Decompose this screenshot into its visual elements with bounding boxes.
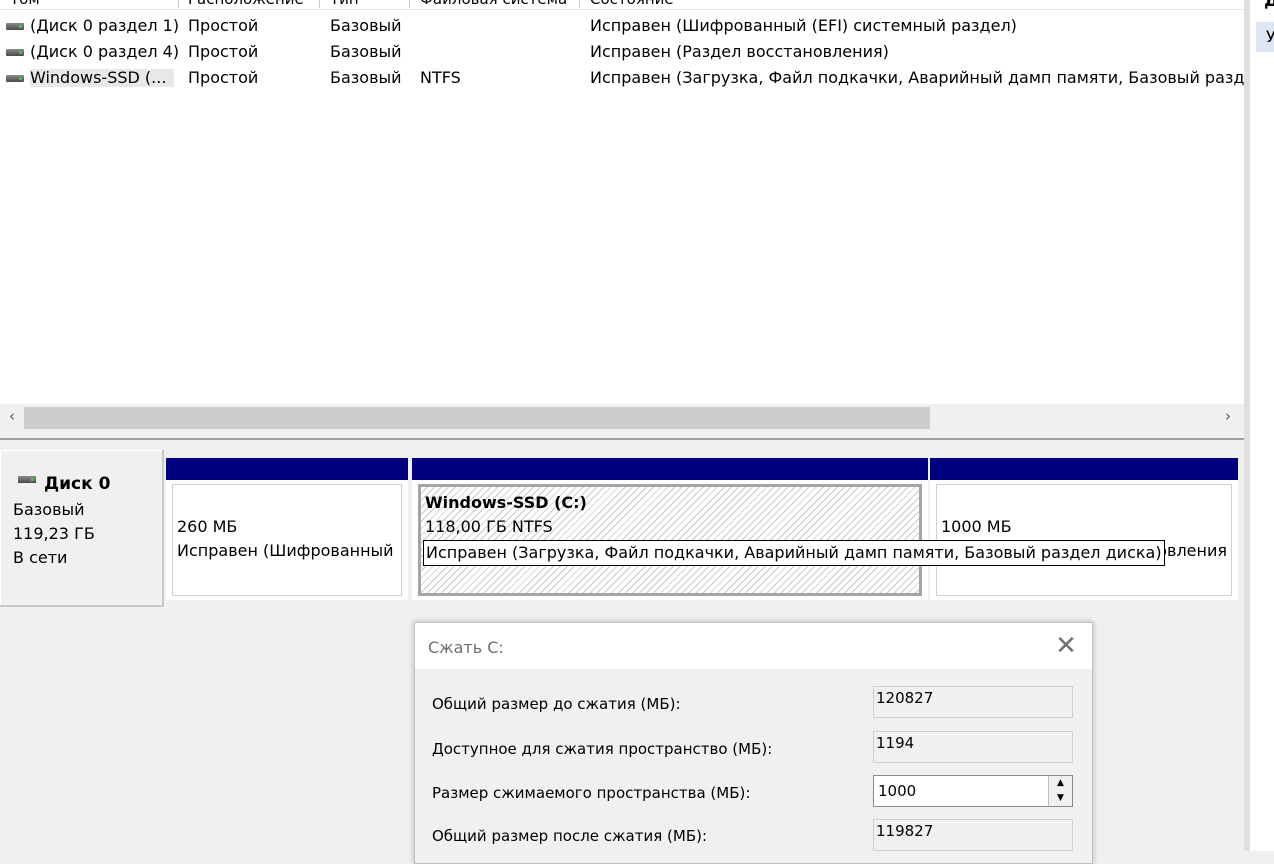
partition-size: 260 МБ bbox=[177, 517, 238, 536]
volume-layout: Простой bbox=[188, 16, 259, 35]
volume-name: (Диск 0 раздел 4) bbox=[30, 42, 180, 61]
spin-down-icon[interactable]: ▼ bbox=[1048, 791, 1072, 806]
partition-bar bbox=[166, 458, 408, 480]
partition-bar bbox=[930, 458, 1238, 480]
partition-efi[interactable]: 260 МБ Исправен (Шифрованный bbox=[166, 458, 408, 600]
partition-title: Windows-SSD (C:) bbox=[425, 493, 587, 512]
partition-body: 260 МБ Исправен (Шифрованный bbox=[172, 484, 402, 596]
column-type[interactable]: Тип bbox=[326, 0, 359, 9]
volume-status: Исправен (Раздел восстановления) bbox=[590, 42, 889, 61]
volume-layout: Простой bbox=[188, 42, 259, 61]
partition-size: 1000 МБ bbox=[941, 517, 1012, 536]
partition-bar bbox=[412, 458, 928, 480]
column-status[interactable]: Состояние bbox=[586, 0, 674, 9]
total-size-after-label: Общий размер после сжатия (МБ): bbox=[432, 827, 708, 845]
column-separator[interactable] bbox=[178, 0, 179, 8]
disk-size: 119,23 ГБ bbox=[13, 524, 95, 543]
partition-recovery[interactable]: 1000 МБ новления bbox=[930, 458, 1238, 600]
volume-type: Базовый bbox=[330, 68, 402, 87]
column-separator[interactable] bbox=[319, 0, 320, 8]
tooltip: Исправен (Загрузка, Файл подкачки, Авари… bbox=[423, 540, 1165, 566]
volume-row[interactable]: Windows-SSD (... Простой Базовый NTFS Ис… bbox=[0, 65, 1244, 91]
volume-row[interactable]: (Диск 0 раздел 4) Простой Базовый Исправ… bbox=[0, 39, 1244, 65]
scroll-right-icon[interactable]: › bbox=[1220, 406, 1236, 426]
total-size-before-value: 120827 bbox=[873, 686, 1073, 718]
partition-size: 118,00 ГБ NTFS bbox=[425, 517, 553, 536]
volume-list: Том Расположение Тип Файловая система Со… bbox=[0, 0, 1244, 430]
dialog-titlebar[interactable]: Сжать С: ✕ bbox=[415, 623, 1092, 669]
column-filesystem[interactable]: Файловая система bbox=[416, 0, 567, 9]
disk-name: Диск 0 bbox=[44, 474, 111, 494]
drive-icon bbox=[18, 476, 36, 483]
partition-c[interactable]: Windows-SSD (C:) 118,00 ГБ NTFS bbox=[412, 458, 928, 600]
total-size-after-value: 119827 bbox=[873, 819, 1073, 851]
column-volume[interactable]: Том bbox=[6, 0, 40, 9]
shrink-amount-value[interactable]: 1000 bbox=[878, 782, 916, 800]
available-space-label: Доступное для сжатия пространство (МБ): bbox=[432, 740, 773, 758]
column-layout[interactable]: Расположение bbox=[184, 0, 304, 9]
volume-name: Windows-SSD (... bbox=[30, 69, 175, 87]
actions-pane-title: Д bbox=[1264, 0, 1274, 11]
volume-row[interactable]: (Диск 0 раздел 1) Простой Базовый Исправ… bbox=[0, 13, 1244, 39]
disk-state: В сети bbox=[13, 548, 68, 567]
volume-status: Исправен (Загрузка, Файл подкачки, Авари… bbox=[590, 68, 1244, 87]
total-size-before-label: Общий размер до сжатия (МБ): bbox=[432, 695, 681, 713]
shrink-amount-input[interactable]: 1000 ▲ ▼ bbox=[873, 775, 1073, 807]
drive-icon bbox=[6, 75, 24, 82]
volume-name: (Диск 0 раздел 1) bbox=[30, 16, 180, 35]
volume-layout: Простой bbox=[188, 68, 259, 87]
column-header: Том Расположение Тип Файловая система Со… bbox=[0, 0, 1244, 10]
pane-splitter[interactable] bbox=[0, 430, 1244, 440]
column-separator[interactable] bbox=[409, 0, 410, 8]
volume-status: Исправен (Шифрованный (EFI) системный ра… bbox=[590, 16, 1017, 35]
spin-up-icon[interactable]: ▲ bbox=[1048, 776, 1072, 791]
volume-type: Базовый bbox=[330, 16, 402, 35]
available-space-value: 1194 bbox=[873, 731, 1073, 763]
drive-icon bbox=[6, 23, 24, 30]
scrollbar-thumb[interactable] bbox=[24, 407, 930, 429]
column-separator[interactable] bbox=[579, 0, 580, 8]
volume-fs: NTFS bbox=[420, 68, 461, 87]
disk-kind: Базовый bbox=[13, 500, 85, 519]
shrink-dialog: Сжать С: ✕ Общий размер до сжатия (МБ): … bbox=[414, 622, 1093, 864]
actions-pane: Д У bbox=[1244, 0, 1274, 851]
actions-pane-item[interactable]: У bbox=[1256, 22, 1274, 52]
disk-label[interactable]: Диск 0 Базовый 119,23 ГБ В сети bbox=[0, 450, 164, 607]
partition-status: Исправен (Шифрованный bbox=[177, 541, 394, 560]
drive-icon bbox=[6, 49, 24, 56]
shrink-amount-label: Размер сжимаемого пространства (МБ): bbox=[432, 784, 751, 802]
volume-type: Базовый bbox=[330, 42, 402, 61]
dialog-title: Сжать С: bbox=[428, 638, 504, 657]
scroll-left-icon[interactable]: ‹ bbox=[4, 406, 20, 426]
close-icon[interactable]: ✕ bbox=[1052, 633, 1080, 661]
horizontal-scrollbar[interactable]: ‹ › bbox=[0, 404, 1244, 430]
